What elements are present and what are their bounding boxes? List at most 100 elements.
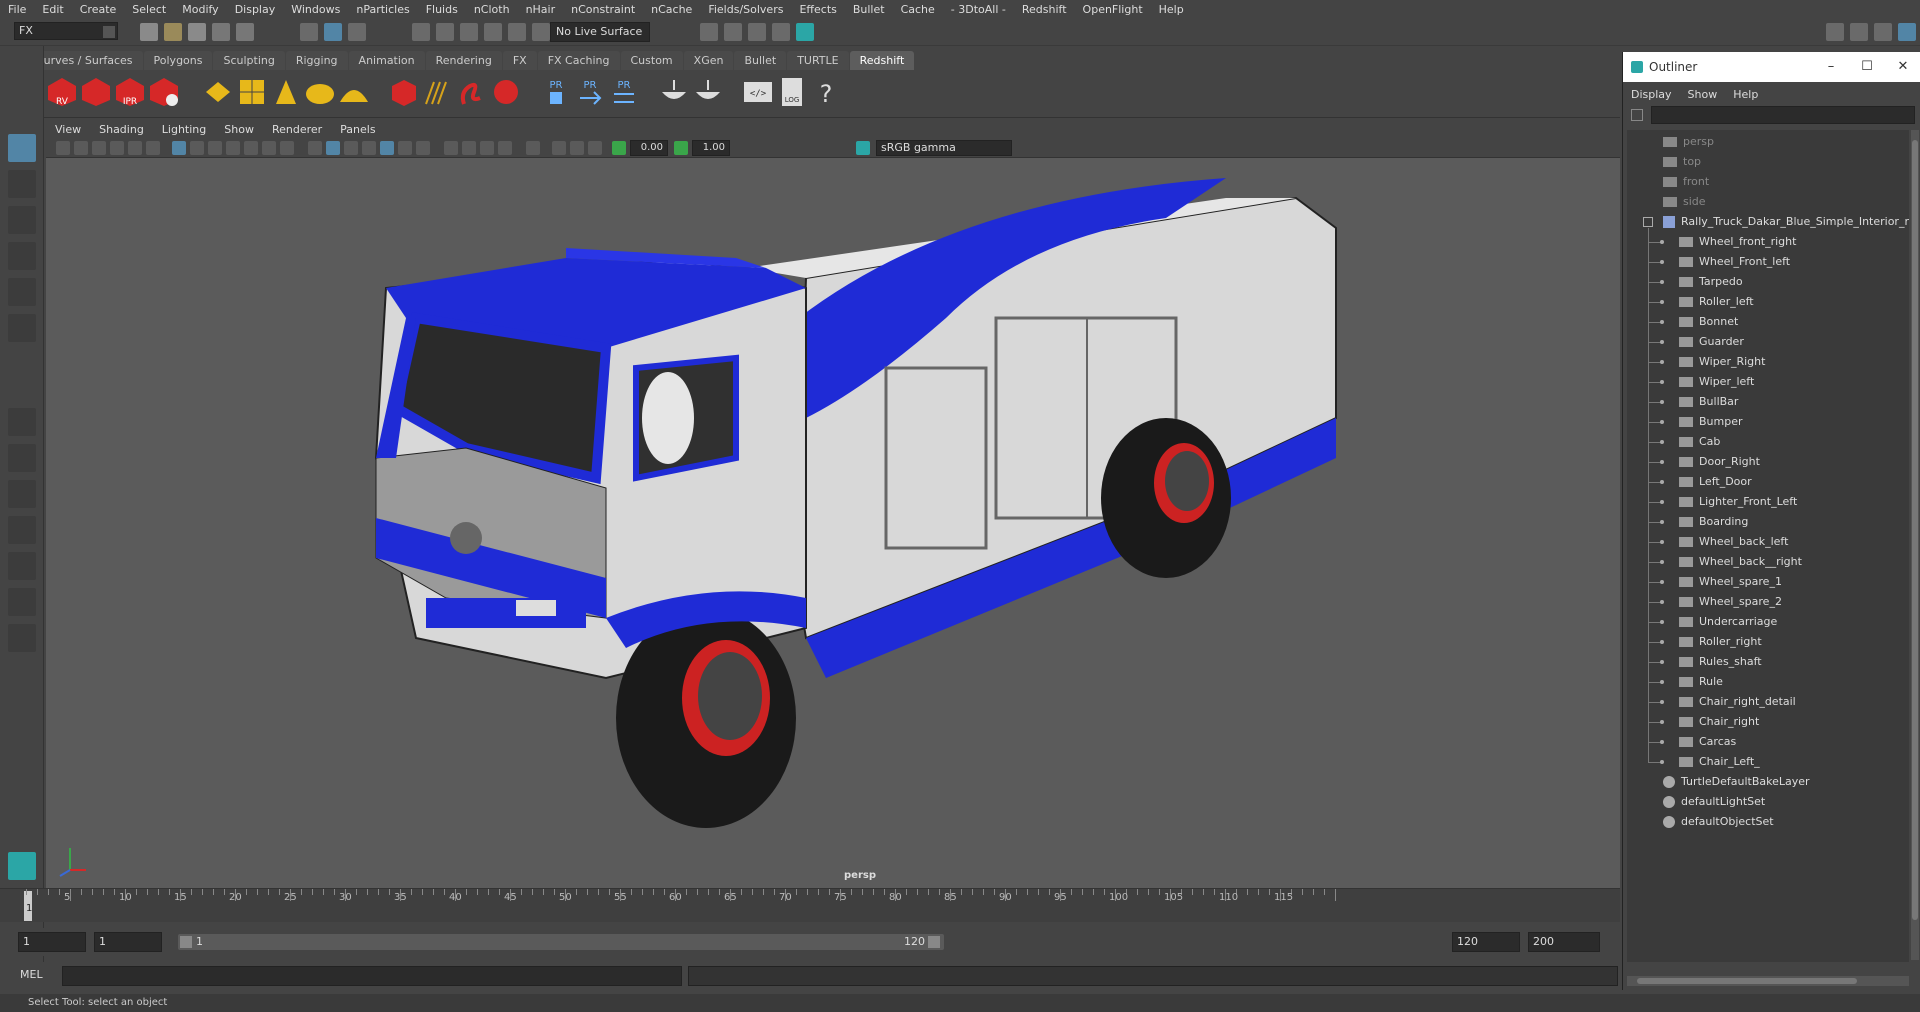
expand-dot-icon[interactable] xyxy=(1660,540,1664,544)
scroll-thumb[interactable] xyxy=(1637,978,1857,984)
select-hierarchy-icon[interactable] xyxy=(300,23,318,41)
expand-dot-icon[interactable] xyxy=(1660,600,1664,604)
gamma-icon[interactable] xyxy=(674,141,688,155)
expand-dot-icon[interactable] xyxy=(1660,520,1664,524)
screen-space-ao-icon[interactable] xyxy=(444,141,458,155)
lasso-tool-icon[interactable] xyxy=(8,170,36,198)
light-sun-icon[interactable] xyxy=(338,76,370,108)
outliner-item[interactable]: Lighter_Front_Left xyxy=(1627,492,1909,512)
maximize-icon[interactable]: ☐ xyxy=(1849,52,1885,82)
expand-dot-icon[interactable] xyxy=(1660,500,1664,504)
outliner-item[interactable]: Bonnet xyxy=(1627,312,1909,332)
default-material-icon[interactable] xyxy=(344,141,358,155)
outliner-item[interactable]: Wiper_Right xyxy=(1627,352,1909,372)
outliner-item[interactable]: Guarder xyxy=(1627,332,1909,352)
color-management-icon[interactable] xyxy=(856,141,870,155)
expand-dot-icon[interactable] xyxy=(1660,300,1664,304)
menu-item[interactable]: Modify xyxy=(174,3,226,16)
menu-item[interactable]: - 3DtoAll - xyxy=(943,3,1014,16)
log-icon[interactable]: LOG xyxy=(776,76,808,108)
select-tool-icon[interactable] xyxy=(8,134,36,162)
playback-end-field[interactable]: 120 xyxy=(1452,932,1520,952)
panel-menu-item[interactable]: View xyxy=(46,123,90,136)
outliner-item[interactable]: Chair_Left_ xyxy=(1627,752,1909,772)
outliner-root-row[interactable]: Rally_Truck_Dakar_Blue_Simple_Interior_r xyxy=(1627,212,1909,232)
expand-dot-icon[interactable] xyxy=(1660,560,1664,564)
live-surface-field[interactable]: No Live Surface xyxy=(550,22,650,42)
snap-curve-icon[interactable] xyxy=(436,23,454,41)
shelf-tab[interactable]: Custom xyxy=(620,51,683,70)
exposure-field[interactable]: 0.00 xyxy=(630,140,668,156)
pr-object-icon[interactable]: PR xyxy=(540,76,572,108)
outliner-menu-item[interactable]: Display xyxy=(1623,88,1680,101)
menu-set-select[interactable]: FX xyxy=(14,22,118,40)
panel-menu-item[interactable]: Show xyxy=(215,123,263,136)
shelf-tab[interactable]: Rendering xyxy=(425,51,502,70)
hair-icon[interactable] xyxy=(422,76,454,108)
wireframe-on-shaded-icon[interactable] xyxy=(362,141,376,155)
graph-layout-icon[interactable] xyxy=(8,552,36,580)
shelf-tab[interactable]: Bullet xyxy=(734,51,787,70)
range-start-handle[interactable] xyxy=(180,936,192,948)
safe-action-icon[interactable] xyxy=(262,141,276,155)
field-chart-icon[interactable] xyxy=(244,141,258,155)
render-icon[interactable] xyxy=(80,76,112,108)
playback-range-bar[interactable]: 1 120 xyxy=(178,934,944,950)
outliner-camera-row[interactable]: top xyxy=(1627,152,1909,172)
proxy-icon[interactable] xyxy=(388,76,420,108)
menu-item[interactable]: nParticles xyxy=(348,3,417,16)
menu-item[interactable]: Edit xyxy=(34,3,71,16)
menu-item[interactable]: Select xyxy=(124,3,174,16)
close-icon[interactable]: ✕ xyxy=(1885,52,1920,82)
outliner-item[interactable]: BullBar xyxy=(1627,392,1909,412)
outliner-layout-icon[interactable] xyxy=(8,516,36,544)
menu-item[interactable]: nConstraint xyxy=(563,3,643,16)
rotate-tool-icon[interactable] xyxy=(8,278,36,306)
outliner-set-row[interactable]: defaultLightSet xyxy=(1627,792,1909,812)
viewport-persp[interactable]: persp xyxy=(46,158,1620,888)
expand-dot-icon[interactable] xyxy=(1660,420,1664,424)
menu-item[interactable]: Fields/Solvers xyxy=(700,3,791,16)
volume-icon[interactable] xyxy=(456,76,488,108)
script-icon[interactable]: </> xyxy=(742,76,774,108)
grid-icon[interactable] xyxy=(172,141,186,155)
outliner-item[interactable]: Boarding xyxy=(1627,512,1909,532)
sphere-icon[interactable] xyxy=(490,76,522,108)
menu-item[interactable]: Create xyxy=(72,3,125,16)
outliner-item[interactable]: Carcas xyxy=(1627,732,1909,752)
select-component-icon[interactable] xyxy=(348,23,366,41)
outliner-vertical-scrollbar[interactable] xyxy=(1911,130,1919,960)
outliner-search-input[interactable] xyxy=(1651,106,1915,124)
render-current-icon[interactable] xyxy=(724,23,742,41)
pr-swap-icon[interactable]: PR xyxy=(608,76,640,108)
outliner-title-bar[interactable]: Outliner – ☐ ✕ xyxy=(1623,52,1920,82)
render-settings-icon[interactable] xyxy=(148,76,180,108)
outliner-item[interactable]: Undercarriage xyxy=(1627,612,1909,632)
expand-dot-icon[interactable] xyxy=(1660,740,1664,744)
outliner-camera-row[interactable]: side xyxy=(1627,192,1909,212)
menu-item[interactable]: File xyxy=(0,3,34,16)
render-settings-icon[interactable] xyxy=(772,23,790,41)
camera-select-icon[interactable] xyxy=(56,141,70,155)
anti-aliasing-icon[interactable] xyxy=(480,141,494,155)
wireframe-icon[interactable] xyxy=(308,141,322,155)
light-dome-icon[interactable] xyxy=(304,76,336,108)
xray-components-icon[interactable] xyxy=(588,141,602,155)
more-layouts-icon[interactable] xyxy=(8,624,36,652)
pr-export-icon[interactable]: PR xyxy=(574,76,606,108)
two-d-pan-icon[interactable] xyxy=(128,141,142,155)
snap-vertex-icon[interactable] xyxy=(532,23,550,41)
outliner-item[interactable]: Wiper_left xyxy=(1627,372,1909,392)
shelf-tab[interactable]: XGen xyxy=(683,51,734,70)
outliner-item[interactable]: Cab xyxy=(1627,432,1909,452)
outliner-horizontal-scrollbar[interactable] xyxy=(1627,976,1909,986)
use-all-lights-icon[interactable] xyxy=(398,141,412,155)
snap-surface-icon[interactable] xyxy=(508,23,526,41)
expand-dot-icon[interactable] xyxy=(1660,680,1664,684)
motion-blur-icon[interactable] xyxy=(462,141,476,155)
shelf-tab[interactable]: Redshift xyxy=(849,51,915,70)
menu-item[interactable]: OpenFlight xyxy=(1075,3,1151,16)
open-scene-icon[interactable] xyxy=(164,23,182,41)
outliner-item[interactable]: Tarpedo xyxy=(1627,272,1909,292)
expand-dot-icon[interactable] xyxy=(1660,760,1664,764)
